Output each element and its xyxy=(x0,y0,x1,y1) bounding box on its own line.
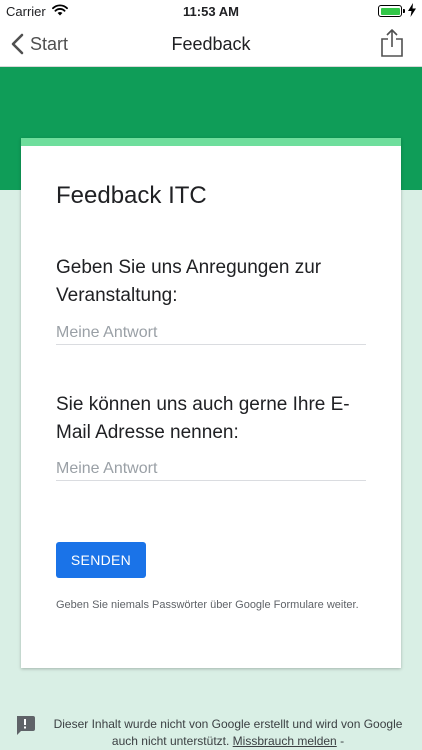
back-button[interactable]: Start xyxy=(10,22,68,66)
footer: Dieser Inhalt wurde nicht von Google ers… xyxy=(0,706,422,750)
footer-disclaimer: Dieser Inhalt wurde nicht von Google ers… xyxy=(48,716,408,750)
card-accent-bar xyxy=(21,138,401,146)
battery-tip xyxy=(403,9,405,13)
form-card: Feedback ITC Geben Sie uns Anregungen zu… xyxy=(21,138,401,668)
disclaimer-text: Dieser Inhalt wurde nicht von Google ers… xyxy=(53,717,403,748)
report-abuse-icon[interactable] xyxy=(14,714,36,736)
form-title: Feedback ITC xyxy=(56,182,207,209)
chevron-left-icon xyxy=(11,33,24,55)
question-email-label: Sie können uns auch gerne Ihre E-Mail Ad… xyxy=(56,394,350,443)
battery-icon xyxy=(378,5,402,17)
footer-separator: - xyxy=(340,734,345,748)
question-suggestions-label: Geben Sie uns Anregungen zur Veranstaltu… xyxy=(56,257,322,306)
navigation-bar: Start Feedback xyxy=(0,22,422,67)
back-label: Start xyxy=(30,33,69,54)
email-input[interactable] xyxy=(56,458,366,481)
password-warning: Geben Sie niemals Passwörter über Google… xyxy=(56,599,359,611)
charging-bolt-icon xyxy=(408,3,416,17)
status-time: 11:53 AM xyxy=(183,4,239,19)
report-abuse-link[interactable]: Missbrauch melden xyxy=(233,734,337,748)
share-icon[interactable] xyxy=(380,28,404,58)
suggestions-input[interactable] xyxy=(56,322,366,345)
submit-button[interactable]: SENDEN xyxy=(56,542,146,578)
status-bar: Carrier 11:53 AM xyxy=(0,0,422,22)
